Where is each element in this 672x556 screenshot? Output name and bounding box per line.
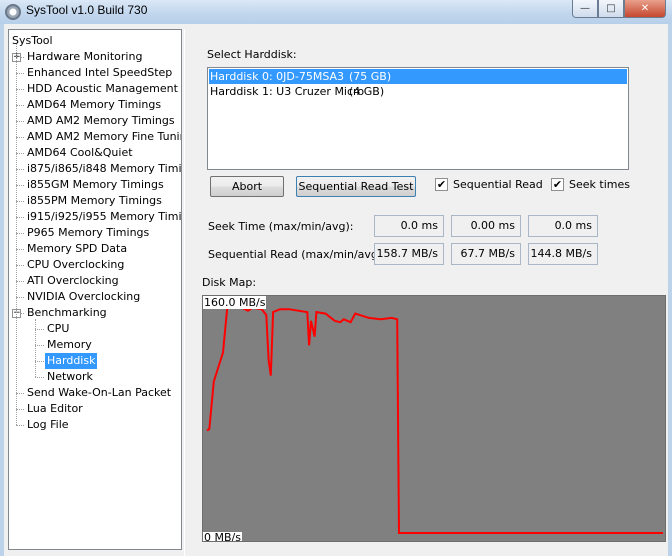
checkbox-box: ✔ [551, 178, 564, 191]
seek-max-value: 0.0 ms [374, 215, 444, 237]
tree-item-log-file[interactable]: Log File [25, 417, 71, 433]
window-title: SysTool v1.0 Build 730 [26, 3, 148, 17]
tree-item-cpu-overclocking[interactable]: CPU Overclocking [25, 257, 126, 273]
tree-item-hardware-monitoring[interactable]: Hardware Monitoring [25, 49, 144, 65]
tree-connector [16, 153, 24, 154]
tree-item-ati-overclocking[interactable]: ATI Overclocking [25, 273, 121, 289]
tree-connector [35, 319, 36, 377]
disk-name: Harddisk 0: 0JD-75MSA3 [210, 70, 345, 83]
disk-map-min-label: 0 MB/s [203, 531, 242, 542]
tree-connector [16, 201, 24, 202]
tree-item-amd-am2-memory-timings[interactable]: AMD AM2 Memory Timings [25, 113, 177, 129]
select-harddisk-label: Select Harddisk: [207, 48, 297, 61]
tree-item-i855gm-memory-timings[interactable]: i855GM Memory Timings [25, 177, 166, 193]
tree-item-hdd-acoustic-management[interactable]: HDD Acoustic Management [25, 81, 180, 97]
tree-item-memory-spd-data[interactable]: Memory SPD Data [25, 241, 129, 257]
close-icon: ✕ [640, 3, 650, 14]
seqread-max-value: 158.7 MB/s [374, 243, 444, 265]
navigation-tree[interactable]: SysTool + Hardware Monitoring Enhanced Int… [8, 29, 182, 550]
seek-time-label: Seek Time (max/min/avg): [208, 220, 354, 233]
tree-item-p965-memory-timings[interactable]: P965 Memory Timings [25, 225, 151, 241]
minimize-icon: — [580, 3, 590, 14]
tree-connector [35, 377, 44, 378]
tree-item-i855pm-memory-timings[interactable]: i855PM Memory Timings [25, 193, 164, 209]
tree-connector [16, 44, 17, 425]
tree-item-lua-editor[interactable]: Lua Editor [25, 401, 85, 417]
tree-connector [16, 105, 24, 106]
disk-map-label: Disk Map: [202, 276, 257, 289]
tree-item-amd-am2-memory-fine-tuning[interactable]: AMD AM2 Memory Fine Tuning [25, 129, 181, 145]
tree-item-i875-i865-i848-memory-timings[interactable]: i875/i865/i848 Memory Timings [25, 161, 181, 177]
close-button[interactable]: ✕ [624, 0, 666, 18]
tree-connector [16, 265, 24, 266]
check-icon: ✔ [436, 178, 447, 191]
tree-connector [16, 137, 24, 138]
tree-connector [16, 233, 24, 234]
abort-button[interactable]: Abort [210, 176, 284, 197]
disk-map-chart: 160.0 MB/s 0 MB/s [202, 295, 666, 542]
disk-map-plot [206, 305, 663, 534]
seek-times-checkbox[interactable]: ✔ Seek times [551, 178, 630, 191]
tree-connector [16, 217, 24, 218]
tree-connector [35, 345, 44, 346]
sequential-read-checkbox[interactable]: ✔ Sequential Read [435, 178, 543, 191]
sequential-read-label: Sequential Read (max/min/avg): [208, 248, 386, 261]
tree-connector [16, 281, 24, 282]
tree-item-harddisk[interactable]: Harddisk [45, 353, 98, 369]
tree-item-benchmarking[interactable]: Benchmarking [25, 305, 109, 321]
harddisk-list[interactable]: Harddisk 0: 0JD-75MSA3 (75 GB) Harddisk … [207, 67, 629, 170]
read-speed-series-line [206, 305, 663, 534]
client-area: SysTool + Hardware Monitoring Enhanced Int… [4, 24, 668, 556]
tree-connector [16, 425, 24, 426]
seqread-avg-value: 144.8 MB/s [528, 243, 598, 265]
check-icon: ✔ [552, 178, 563, 191]
tree-item-memory[interactable]: Memory [45, 337, 94, 353]
seek-avg-value: 0.0 ms [528, 215, 598, 237]
disk-name: Harddisk 1: U3 Cruzer Micro [210, 85, 365, 98]
disk-size: (4 GB) [349, 85, 385, 98]
window-controls: — □ ✕ [572, 0, 666, 18]
tree-item-amd64-cool-quiet[interactable]: AMD64 Cool&Quiet [25, 145, 135, 161]
disk-item-1[interactable]: Harddisk 1: U3 Cruzer Micro (4 GB) [209, 84, 627, 99]
tree-connector [16, 393, 24, 394]
tree-connector [16, 185, 24, 186]
tree-item-send-wake-on-lan-packet[interactable]: Send Wake-On-Lan Packet [25, 385, 173, 401]
tree-item-nvidia-overclocking[interactable]: NVIDIA Overclocking [25, 289, 142, 305]
seqread-min-value: 67.7 MB/s [451, 243, 521, 265]
seek-min-value: 0.00 ms [451, 215, 521, 237]
tree-connector [16, 73, 24, 74]
maximize-button[interactable]: □ [598, 0, 624, 18]
tree-connector [16, 409, 24, 410]
disk-size: (75 GB) [349, 70, 392, 83]
tree-item-i915-i925-i955-memory-timings[interactable]: i915/i925/i955 Memory Timings [25, 209, 181, 225]
tree-connector [16, 89, 24, 90]
tree-connector [16, 121, 24, 122]
tree-item-enhanced-intel-speedstep[interactable]: Enhanced Intel SpeedStep [25, 65, 174, 81]
tree-connector [16, 297, 24, 298]
minimize-button[interactable]: — [572, 0, 598, 18]
sequential-read-check-label: Sequential Read [453, 178, 543, 191]
checkbox-box: ✔ [435, 178, 448, 191]
tree-connector [16, 249, 24, 250]
disk-map-max-label: 160.0 MB/s [203, 296, 267, 309]
tree-item-cpu[interactable]: CPU [45, 321, 71, 337]
disk-item-0[interactable]: Harddisk 0: 0JD-75MSA3 (75 GB) [209, 69, 627, 84]
tree-item-amd64-memory-timings[interactable]: AMD64 Memory Timings [25, 97, 163, 113]
app-icon [5, 4, 21, 20]
title-bar: SysTool v1.0 Build 730 — □ ✕ [0, 0, 672, 24]
tree-connector [16, 169, 24, 170]
tree-connector [35, 361, 44, 362]
tree-item-network[interactable]: Network [45, 369, 95, 385]
maximize-icon: □ [606, 3, 616, 14]
harddisk-panel: Select Harddisk: Harddisk 0: 0JD-75MSA3 … [184, 29, 668, 556]
tree-connector [35, 329, 44, 330]
seek-times-check-label: Seek times [569, 178, 630, 191]
sequential-read-test-button[interactable]: Sequential Read Test [296, 176, 416, 197]
